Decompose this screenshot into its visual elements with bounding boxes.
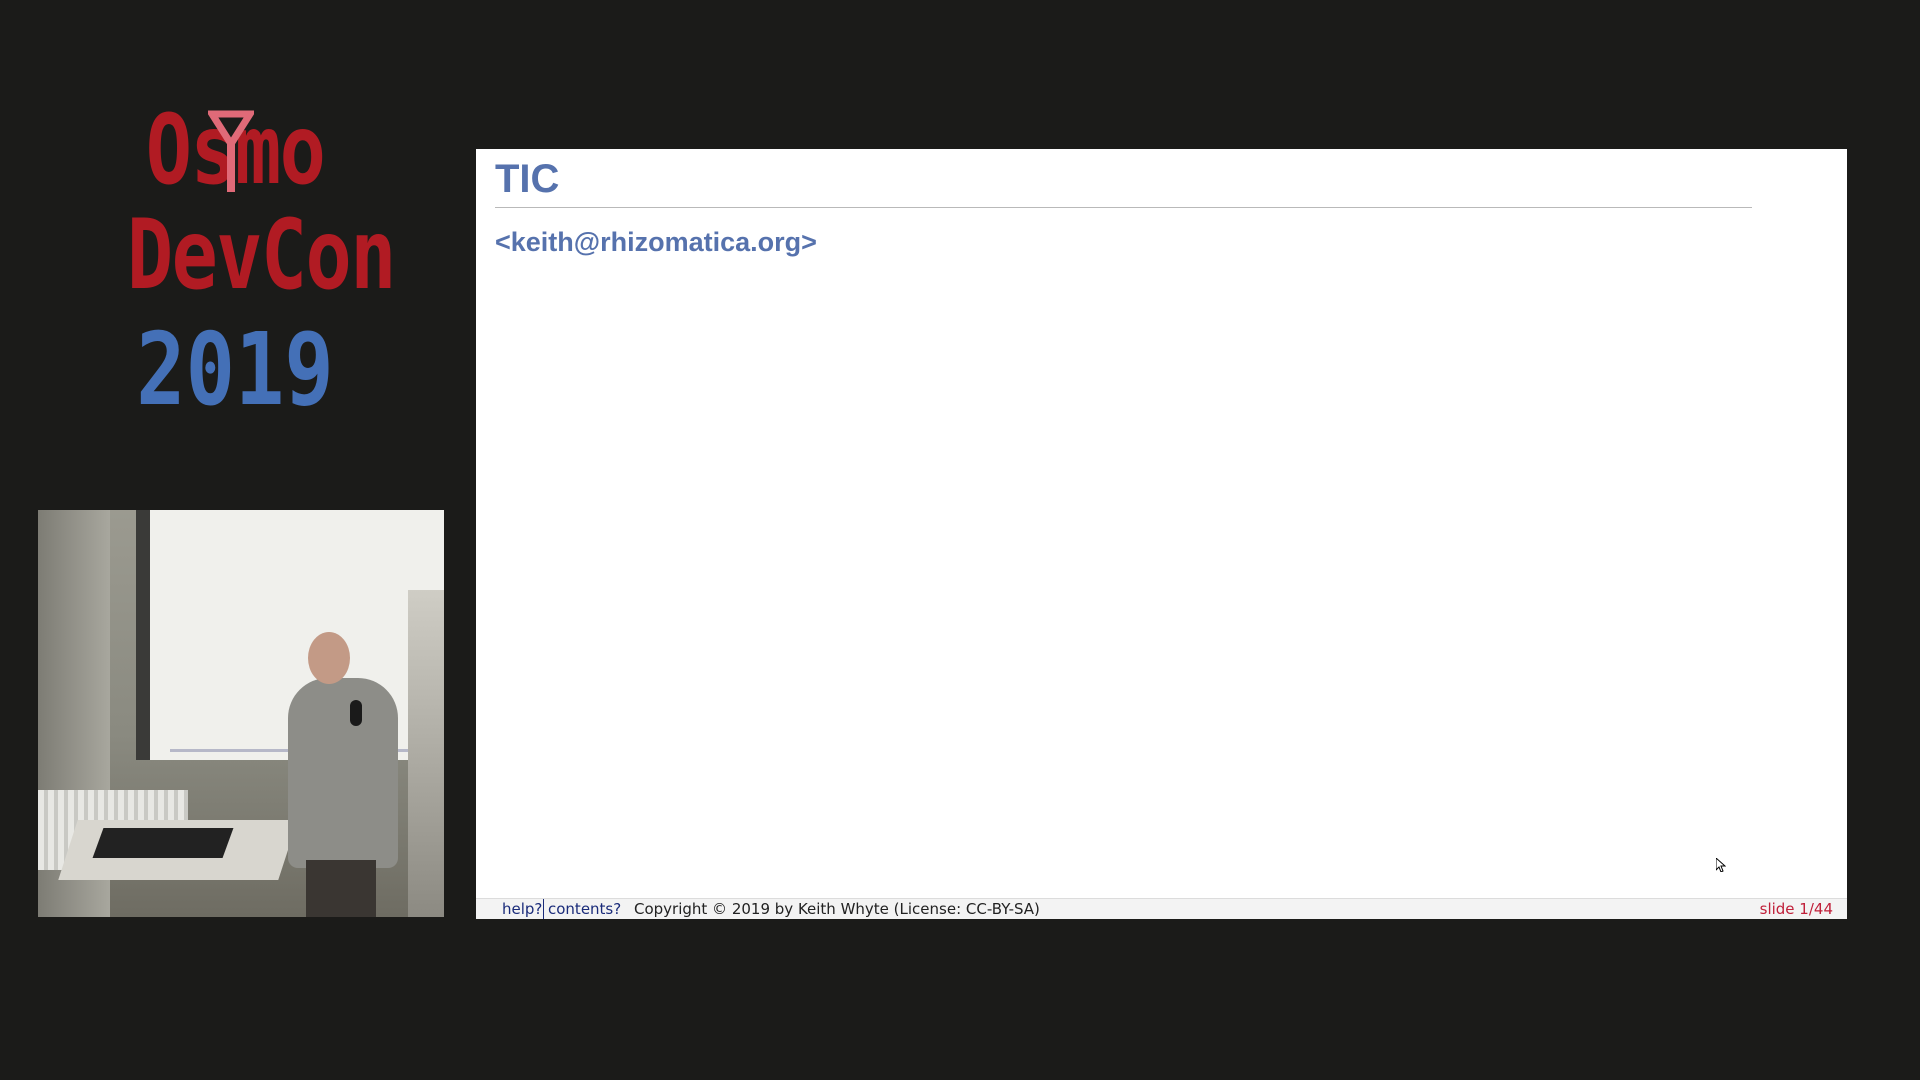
logo-line-devcon: DevCon	[127, 199, 396, 311]
slide-counter: slide 1/44	[1759, 900, 1833, 918]
logo-line-year: 2019	[136, 311, 334, 428]
video-laptop	[92, 828, 234, 858]
help-link[interactable]: help?	[502, 899, 545, 919]
video-speaker-legs	[306, 860, 376, 917]
video-speaker-body	[288, 678, 398, 868]
microphone-icon	[350, 700, 362, 726]
contents-link[interactable]: contents?	[548, 899, 621, 919]
video-speaker-head	[308, 632, 350, 684]
slide: TIC <keith@rhizomatica.org> help? conten…	[476, 149, 1847, 919]
video-shelf	[408, 590, 444, 917]
slide-email: <keith@rhizomatica.org>	[495, 227, 817, 257]
presentation-stage: Osmo DevCon 2019 TIC <keith@rhizomatica.…	[0, 0, 1920, 1080]
conference-logo: Osmo DevCon 2019	[100, 100, 396, 440]
speaker-video	[38, 510, 444, 917]
slide-title: TIC	[495, 157, 560, 201]
slide-footer: help? contents? Copyright © 2019 by Keit…	[476, 898, 1847, 919]
antenna-icon	[208, 110, 254, 192]
mouse-cursor-icon	[1716, 858, 1726, 872]
copyright-text: Copyright © 2019 by Keith Whyte (License…	[634, 900, 1040, 918]
slide-title-divider	[495, 207, 1752, 208]
